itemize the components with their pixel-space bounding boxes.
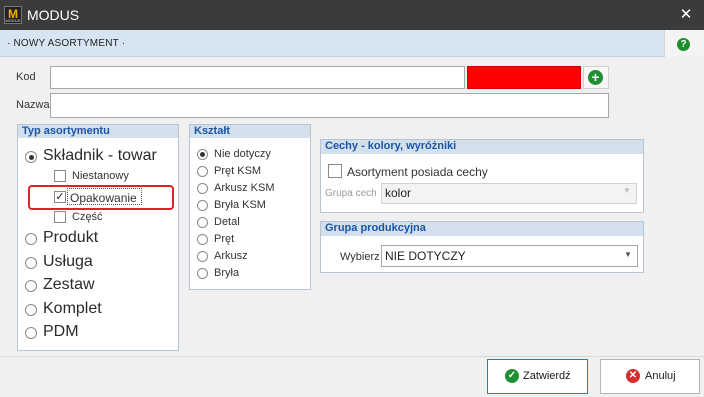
radio-label-bryla-ksm[interactable]: Bryła KSM [214, 199, 266, 211]
radio-arkusz-ksm[interactable] [197, 183, 208, 194]
grupa-cech-value: kolor [385, 186, 412, 200]
kod-input[interactable] [50, 66, 465, 89]
radio-label-zestaw[interactable]: Zestaw [43, 276, 95, 294]
checkbox-opakowanie[interactable]: ✓ [54, 191, 66, 203]
radio-label-skladnik[interactable]: Składnik - towar [43, 147, 157, 165]
grupa-produkcyjna-value[interactable]: NIE DOTYCZY [385, 249, 466, 263]
radio-label-pret-ksm[interactable]: Pręt KSM [214, 165, 261, 177]
grupa-cech-label: Grupa cech [325, 188, 377, 199]
radio-label-produkt[interactable]: Produkt [43, 229, 98, 247]
window-title: MODUS [27, 7, 80, 23]
footer-bar [0, 356, 704, 397]
checkbox-label-niestanowy[interactable]: Niestanowy [72, 170, 129, 182]
title-bar [0, 0, 704, 30]
checkbox-label-opakowanie[interactable]: Opakowanie [70, 191, 137, 205]
ksztalt-title: Kształt [190, 125, 310, 138]
radio-produkt[interactable] [25, 233, 37, 245]
radio-komplet[interactable] [25, 304, 37, 316]
radio-detal[interactable] [197, 217, 208, 228]
grupa-cech-select [381, 183, 637, 204]
radio-pret[interactable] [197, 234, 208, 245]
radio-label-pdm[interactable]: PDM [43, 323, 79, 341]
radio-bryla[interactable] [197, 268, 208, 279]
help-icon[interactable]: ? [677, 38, 690, 51]
radio-pdm[interactable] [25, 327, 37, 339]
nazwa-label: Nazwa [16, 99, 50, 111]
radio-pret-ksm[interactable] [197, 166, 208, 177]
checkbox-czesc[interactable] [54, 211, 66, 223]
radio-label-bryla[interactable]: Bryła [214, 267, 239, 279]
chevron-down-icon: ▼ [623, 186, 631, 195]
plus-icon[interactable]: + [588, 70, 603, 85]
check-icon: ✓ [505, 369, 519, 383]
close-icon[interactable]: ✕ [672, 2, 700, 28]
radio-arkusz[interactable] [197, 251, 208, 262]
radio-label-pret[interactable]: Pręt [214, 233, 234, 245]
zatwierdz-label[interactable]: Zatwierdź [523, 370, 571, 382]
kod-label: Kod [16, 71, 36, 83]
radio-label-komplet[interactable]: Komplet [43, 300, 102, 318]
typ-asortymentu-title: Typ asortymentu [18, 125, 178, 138]
radio-usluga[interactable] [25, 257, 37, 269]
radio-zestaw[interactable] [25, 280, 37, 292]
grupa-produkcyjna-title: Grupa produkcyjna [321, 222, 643, 236]
checkbox-posiada-cechy[interactable] [328, 164, 342, 178]
anuluj-label[interactable]: Anuluj [645, 370, 676, 382]
radio-label-usluga[interactable]: Usługa [43, 253, 93, 271]
cancel-icon: ✕ [626, 369, 640, 383]
nazwa-input[interactable] [50, 93, 609, 118]
radio-label-arkusz[interactable]: Arkusz [214, 250, 248, 262]
kod-color-swatch[interactable] [467, 66, 581, 89]
wybierz-label: Wybierz [340, 251, 380, 263]
radio-nie-dotyczy[interactable] [197, 149, 208, 160]
radio-bryla-ksm[interactable] [197, 200, 208, 211]
form-title: · NOWY ASORTYMENT · [7, 38, 126, 49]
radio-label-detal[interactable]: Detal [214, 216, 240, 228]
checkbox-label-czesc[interactable]: Część [72, 211, 103, 223]
radio-label-nie-dotyczy[interactable]: Nie dotyczy [214, 148, 271, 160]
cechy-title: Cechy - kolory, wyróżniki [321, 140, 643, 154]
radio-skladnik[interactable] [25, 151, 37, 163]
checkbox-label-posiada-cechy[interactable]: Asortyment posiada cechy [347, 165, 488, 179]
app-logo-icon: M MODUS [4, 6, 22, 24]
radio-label-arkusz-ksm[interactable]: Arkusz KSM [214, 182, 275, 194]
checkbox-niestanowy[interactable] [54, 170, 66, 182]
chevron-down-icon[interactable]: ▼ [624, 250, 632, 259]
